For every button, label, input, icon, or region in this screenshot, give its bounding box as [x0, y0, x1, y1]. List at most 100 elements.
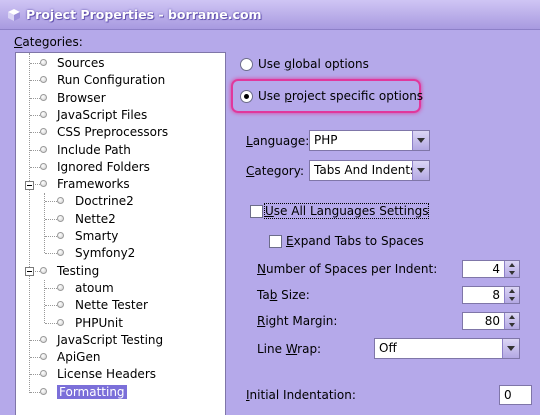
tree-node-icon — [40, 59, 47, 66]
language-value: PHP — [314, 133, 338, 147]
initial-indentation-field[interactable]: 0 — [499, 385, 532, 405]
tree-guide — [30, 374, 40, 376]
expand-tabs-label[interactable]: Expand Tabs to Spaces — [286, 234, 424, 248]
tree-guide — [45, 322, 57, 324]
tree-item[interactable]: ApiGen — [57, 349, 100, 366]
tree-item[interactable]: Ignored Folders — [57, 159, 150, 176]
tree-node-icon — [40, 370, 47, 378]
tree-item[interactable]: JavaScript Files — [57, 107, 147, 124]
spinner-arrows-icon[interactable] — [504, 261, 519, 277]
use-project-specific-options-label[interactable]: Use project specific options — [258, 89, 423, 103]
tree-node-icon — [40, 76, 47, 84]
line-wrap-value: Off — [379, 341, 397, 355]
tree-item[interactable]: Doctrine2 — [75, 193, 134, 210]
tree-guide — [45, 253, 57, 255]
tree-item[interactable]: Frameworks — [57, 176, 130, 193]
tree-item-label: Frameworks — [57, 177, 130, 192]
tree-item[interactable]: Include Path — [57, 142, 131, 159]
tree-node-icon — [40, 266, 47, 274]
tree-guide — [30, 132, 40, 134]
right-margin-spinner[interactable]: 80 — [462, 312, 520, 330]
tree-guide — [30, 63, 40, 64]
tree-guide — [30, 391, 40, 393]
line-wrap-select[interactable]: Off — [374, 338, 520, 359]
tree-item-label: ApiGen — [57, 350, 101, 365]
tree-item[interactable]: Browser — [57, 90, 106, 107]
tree-node-icon — [57, 318, 64, 326]
tree-item-label: Testing — [57, 263, 100, 278]
use-global-options-label[interactable]: Use global options — [258, 57, 369, 71]
spaces-per-indent-label: Number of Spaces per Indent: — [257, 262, 438, 276]
tree-guide — [30, 97, 40, 99]
tree-item[interactable]: Sources — [57, 55, 104, 72]
tree-node-icon — [40, 180, 47, 188]
category-select[interactable]: Tabs And Indents — [309, 160, 430, 181]
language-select[interactable]: PHP — [309, 130, 430, 151]
tree-item-label: atoum — [75, 280, 114, 295]
use-all-languages-checkbox[interactable] — [250, 205, 263, 218]
tree-item-label: Formatting — [57, 384, 127, 399]
tree-node-icon — [57, 283, 64, 291]
spinner-arrows-icon[interactable] — [504, 287, 519, 303]
tree-guide — [30, 80, 40, 82]
spinner-arrows-icon[interactable] — [504, 313, 519, 329]
tree-item[interactable]: License Headers — [57, 366, 156, 383]
tree-item[interactable]: Symfony2 — [75, 245, 135, 262]
right-margin-value: 80 — [484, 314, 500, 328]
language-label: Language: — [246, 134, 310, 148]
tree-guide — [29, 53, 30, 393]
tree-node-icon — [40, 128, 47, 136]
tree-item-label: License Headers — [57, 367, 156, 382]
use-all-languages-label[interactable]: Use All Languages Settings — [263, 203, 430, 219]
tree-guide — [44, 280, 45, 323]
tree-node-icon — [57, 197, 64, 205]
tree-node-icon — [57, 232, 64, 239]
expand-tabs-checkbox[interactable] — [269, 235, 282, 248]
tree-node-icon — [40, 145, 47, 153]
tree-node-icon — [57, 214, 64, 222]
tree-item[interactable]: atoum — [75, 280, 114, 297]
frameworks-collapse-toggle[interactable] — [25, 181, 34, 190]
tree-guide — [45, 287, 57, 289]
category-label: Category: — [246, 164, 304, 178]
tree-item[interactable]: Smarty — [75, 228, 118, 245]
line-wrap-label: Line Wrap: — [257, 342, 322, 356]
tree-item-label: Nette Tester — [75, 298, 148, 313]
tree-item[interactable]: Testing — [57, 263, 99, 280]
category-value: Tabs And Indents — [314, 163, 417, 177]
tree-item[interactable]: Nette Tester — [75, 297, 148, 314]
use-project-specific-options-radio[interactable] — [240, 90, 253, 103]
tree-node-icon — [40, 110, 47, 118]
tab-size-spinner[interactable]: 8 — [462, 286, 520, 304]
tree-item[interactable]: Nette2 — [75, 211, 116, 228]
tree-item[interactable]: Formatting — [57, 384, 127, 401]
tree-item-label: Browser — [57, 90, 106, 105]
tree-item-label: Symfony2 — [75, 246, 136, 261]
window-title: Project Properties - borrame.com — [26, 7, 262, 22]
initial-indentation-label: Initial Indentation: — [246, 388, 356, 402]
tree-item-label: PHPUnit — [75, 315, 123, 330]
tab-size-label: Tab Size: — [257, 288, 310, 302]
tree-guide — [45, 236, 57, 237]
testing-collapse-toggle[interactable] — [25, 267, 34, 276]
tree-guide — [45, 218, 57, 220]
chevron-down-icon[interactable] — [412, 161, 429, 180]
spaces-per-indent-spinner[interactable]: 4 — [462, 260, 520, 278]
tree-item-label: Nette2 — [75, 211, 116, 226]
categories-tree[interactable]: Sources Run Configuration Browser JavaScrip… — [15, 52, 226, 415]
tree-item-label: Ignored Folders — [57, 159, 150, 174]
app-cube-icon — [8, 9, 20, 21]
tree-node-icon — [40, 335, 47, 343]
tree-node-icon — [40, 93, 47, 101]
tree-item[interactable]: Run Configuration — [57, 72, 165, 89]
tree-node-icon — [40, 387, 47, 395]
tree-item[interactable]: CSS Preprocessors — [57, 124, 168, 141]
tree-item[interactable]: JavaScript Testing — [57, 332, 163, 349]
chevron-down-icon[interactable] — [412, 131, 429, 150]
chevron-down-icon[interactable] — [502, 339, 519, 358]
categories-label: Categories: — [14, 35, 83, 49]
tree-item-label: CSS Preprocessors — [57, 125, 169, 140]
use-global-options-radio[interactable] — [240, 58, 253, 71]
tree-node-icon — [57, 301, 64, 309]
tree-item[interactable]: PHPUnit — [75, 315, 123, 332]
